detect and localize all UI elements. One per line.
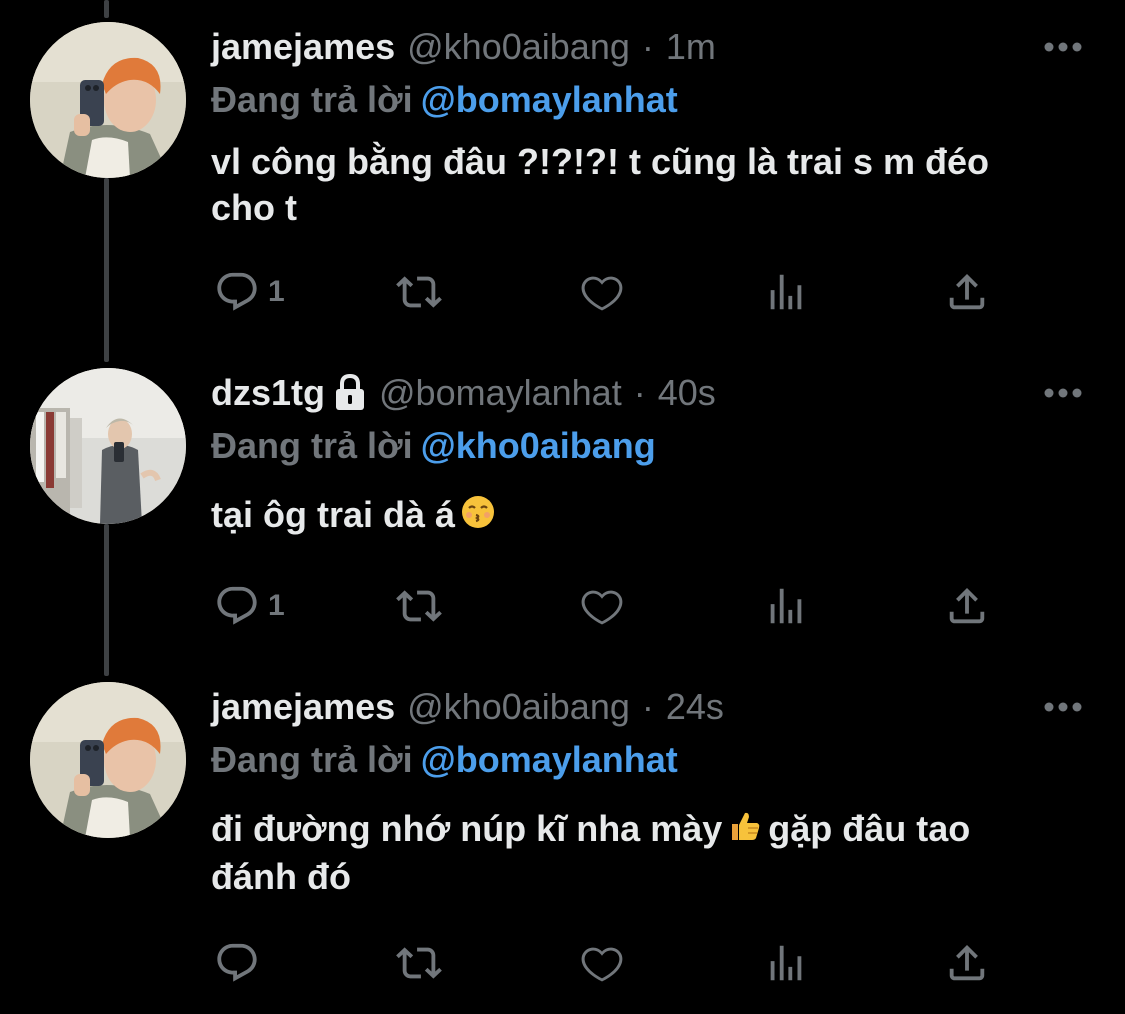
tweet-actions: 1	[211, 581, 1011, 631]
replying-to-label: Đang trả lời	[211, 739, 413, 780]
tweet-text-line: đánh đó	[211, 856, 351, 898]
tweet-text-line: tại ôg trai dà á	[211, 494, 456, 535]
like-icon	[579, 269, 625, 315]
tweet-header: dzs1tg @bomaylanhat · 40s	[211, 368, 716, 418]
tweet-text: vl công bằng đâu ?!?!?! t cũng là trai s…	[211, 139, 1071, 231]
reply-mention-link[interactable]: @bomaylanhat	[421, 79, 678, 120]
like-icon	[579, 583, 625, 629]
tweet-text: đi đường nhớ núp kĩ nha mày gặp đâu tao …	[211, 806, 1071, 900]
like-button[interactable]	[579, 581, 625, 631]
display-name[interactable]: dzs1tg	[211, 368, 325, 418]
reply-mention-link[interactable]: @bomaylanhat	[421, 739, 678, 780]
retweet-button[interactable]	[396, 267, 442, 317]
like-button[interactable]	[579, 938, 625, 988]
views-button[interactable]	[763, 267, 809, 317]
replying-to: Đang trả lời @kho0aibang	[211, 423, 656, 469]
avatar-mirror-selfie-room	[30, 368, 186, 524]
reply-count: 1	[268, 589, 285, 622]
share-button[interactable]	[944, 581, 990, 631]
avatar[interactable]	[30, 368, 186, 524]
views-icon	[763, 583, 809, 629]
separator-dot: ·	[633, 372, 646, 413]
tweet-text-line: đi đường nhớ núp kĩ nha mày gặp đâu tao	[211, 806, 1071, 854]
reply-icon	[214, 269, 260, 315]
views-button[interactable]	[763, 938, 809, 988]
conversation-thread: jamejames @kho0aibang · 1m Đang trả lời @…	[0, 0, 1125, 1014]
user-handle[interactable]: @kho0aibang	[407, 22, 630, 72]
retweet-icon	[396, 269, 442, 315]
reply-icon	[214, 583, 260, 629]
avatar-selfie-orange-hair	[30, 22, 186, 178]
more-icon[interactable]	[1043, 700, 1083, 714]
tweet-text-segment: đi đường nhớ núp kĩ nha mày	[211, 808, 723, 849]
avatar[interactable]	[30, 22, 186, 178]
views-icon	[763, 269, 809, 315]
user-handle[interactable]: @bomaylanhat	[379, 368, 622, 418]
kissing-face-emoji	[461, 494, 495, 540]
reply-icon	[214, 940, 260, 986]
tweet-text-line: vl công bằng đâu ?!?!?! t cũng là trai s…	[211, 141, 990, 182]
avatar-selfie-orange-hair	[30, 682, 186, 838]
replying-to-label: Đang trả lời	[211, 425, 413, 466]
tweet-text-segment: gặp đâu tao	[768, 808, 971, 849]
tweet-2[interactable]: dzs1tg @bomaylanhat · 40s Đang trả lời @k…	[0, 368, 1125, 678]
views-button[interactable]	[763, 581, 809, 631]
tweet-actions: 1	[211, 267, 1011, 317]
display-name[interactable]: jamejames	[211, 22, 395, 72]
tweet-1[interactable]: jamejames @kho0aibang · 1m Đang trả lời @…	[0, 22, 1125, 342]
tweet-3[interactable]: jamejames @kho0aibang · 24s Đang trả lời…	[0, 682, 1125, 1002]
share-icon	[944, 269, 990, 315]
retweet-icon	[396, 940, 442, 986]
reply-button[interactable]	[214, 938, 268, 988]
replying-to-label: Đang trả lời	[211, 79, 413, 120]
replying-to: Đang trả lời @bomaylanhat	[211, 737, 678, 783]
share-icon	[944, 583, 990, 629]
reply-mention-link[interactable]: @kho0aibang	[421, 425, 656, 466]
reply-button[interactable]: 1	[214, 267, 285, 317]
share-icon	[944, 940, 990, 986]
more-icon[interactable]	[1043, 40, 1083, 54]
like-button[interactable]	[579, 267, 625, 317]
retweet-button[interactable]	[396, 581, 442, 631]
timestamp[interactable]: 40s	[658, 368, 716, 418]
timestamp[interactable]: 24s	[666, 682, 724, 732]
tweet-text-line: cho t	[211, 187, 297, 228]
reply-count: 1	[268, 275, 285, 308]
tweet-actions	[211, 938, 1011, 988]
tweet-header: jamejames @kho0aibang · 1m	[211, 22, 716, 72]
tweet-header: jamejames @kho0aibang · 24s	[211, 682, 724, 732]
avatar[interactable]	[30, 682, 186, 838]
tweet-text: tại ôg trai dà á	[211, 492, 1071, 540]
lock-icon	[333, 373, 367, 412]
share-button[interactable]	[944, 267, 990, 317]
replying-to: Đang trả lời @bomaylanhat	[211, 77, 678, 123]
retweet-button[interactable]	[396, 938, 442, 988]
more-icon[interactable]	[1043, 386, 1083, 400]
timestamp[interactable]: 1m	[666, 22, 716, 72]
retweet-icon	[396, 583, 442, 629]
share-button[interactable]	[944, 938, 990, 988]
thread-connector-top	[104, 0, 109, 18]
like-icon	[579, 940, 625, 986]
views-icon	[763, 940, 809, 986]
thumbs-up-emoji	[728, 808, 762, 854]
separator-dot: ·	[641, 686, 654, 727]
separator-dot: ·	[641, 26, 654, 67]
reply-button[interactable]: 1	[214, 581, 285, 631]
display-name[interactable]: jamejames	[211, 682, 395, 732]
user-handle[interactable]: @kho0aibang	[407, 682, 630, 732]
